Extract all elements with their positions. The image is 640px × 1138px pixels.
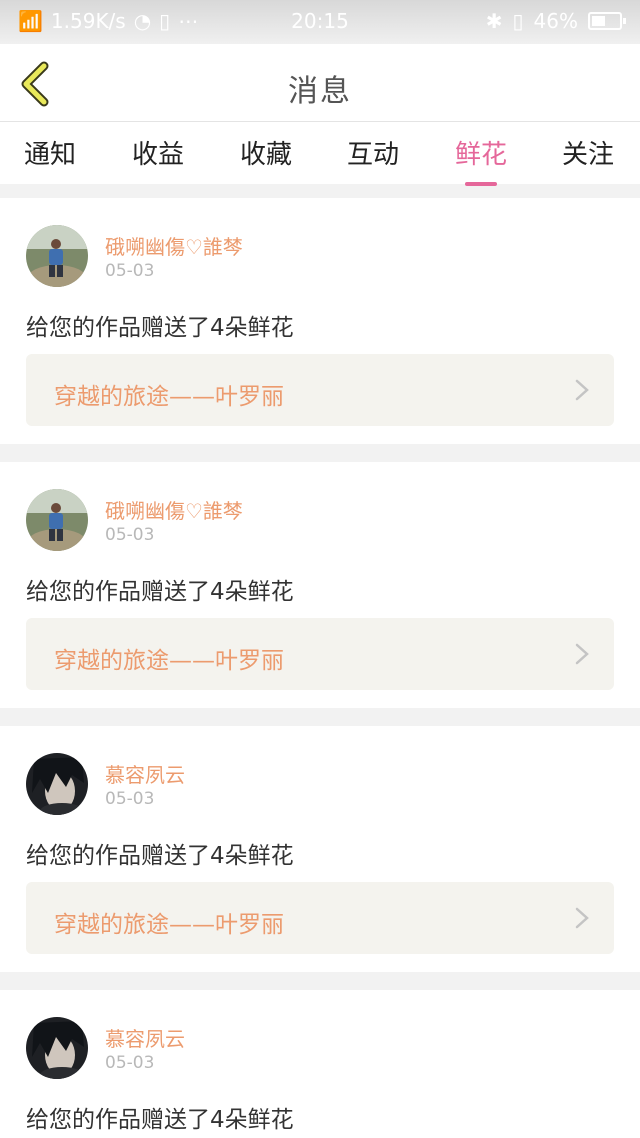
tab-flowers[interactable]: 鲜花	[431, 134, 531, 186]
chevron-right-icon	[575, 379, 589, 401]
work-link[interactable]: 穿越的旅途——叶罗丽	[26, 882, 614, 954]
username[interactable]: 硪嗍幽傷♡誰棽	[105, 495, 243, 524]
avatar[interactable]	[26, 1017, 88, 1079]
username[interactable]: 慕容夙云	[105, 1023, 185, 1052]
username[interactable]: 慕容夙云	[105, 759, 185, 788]
tab-bar: 通知 收益 收藏 互动 鲜花 关注	[0, 122, 640, 186]
username[interactable]: 硪嗍幽傷♡誰棽	[105, 231, 243, 260]
vibrate-icon: ▯	[512, 9, 524, 33]
navigation-bar: 消息	[0, 44, 640, 122]
avatar[interactable]	[26, 225, 88, 287]
work-link[interactable]: 穿越的旅途——叶罗丽	[26, 618, 614, 690]
work-link[interactable]: 穿越的旅途——叶罗丽	[26, 354, 614, 426]
battery-percent: 46%	[533, 9, 578, 33]
work-title: 穿越的旅途——叶罗丽	[54, 912, 284, 938]
work-title: 穿越的旅途——叶罗丽	[54, 648, 284, 674]
timestamp: 05-03	[105, 789, 155, 809]
message-text: 给您的作品赠送了4朵鲜花	[26, 843, 294, 869]
battery-icon	[588, 12, 626, 30]
avatar[interactable]	[26, 753, 88, 815]
tab-notifications[interactable]: 通知	[0, 134, 100, 171]
active-tab-indicator	[465, 182, 497, 186]
tab-flowers-label: 鲜花	[454, 140, 507, 170]
chevron-right-icon	[575, 907, 589, 929]
timestamp: 05-03	[105, 525, 155, 545]
timestamp: 05-03	[105, 1053, 155, 1073]
anime-character-avatar-icon	[26, 753, 88, 815]
tab-following[interactable]: 关注	[538, 134, 638, 171]
outdoor-photo-avatar-icon	[26, 489, 88, 551]
tab-favorites[interactable]: 收藏	[216, 134, 316, 171]
avatar[interactable]	[26, 489, 88, 551]
message-text: 给您的作品赠送了4朵鲜花	[26, 315, 294, 341]
list-item: 慕容夙云 05-03 给您的作品赠送了4朵鲜花	[0, 990, 640, 1138]
list-item: 慕容夙云 05-03 给您的作品赠送了4朵鲜花 穿越的旅途——叶罗丽	[0, 726, 640, 972]
anime-character-avatar-icon	[26, 1017, 88, 1079]
tab-interaction[interactable]: 互动	[323, 134, 423, 171]
work-title: 穿越的旅途——叶罗丽	[54, 384, 284, 410]
list-item: 硪嗍幽傷♡誰棽 05-03 给您的作品赠送了4朵鲜花 穿越的旅途——叶罗丽	[0, 462, 640, 708]
page-title: 消息	[288, 74, 352, 109]
message-text: 给您的作品赠送了4朵鲜花	[26, 1107, 294, 1133]
list-item: 硪嗍幽傷♡誰棽 05-03 给您的作品赠送了4朵鲜花 穿越的旅途——叶罗丽	[0, 198, 640, 444]
timestamp: 05-03	[105, 261, 155, 281]
chevron-right-icon	[575, 643, 589, 665]
outdoor-photo-avatar-icon	[26, 225, 88, 287]
status-bar: 📶 1.59K/s ◔ ▯ ⋯ 20:15 ✱ ▯ 46%	[0, 0, 640, 44]
bluetooth-icon: ✱	[485, 9, 503, 33]
message-text: 给您的作品赠送了4朵鲜花	[26, 579, 294, 605]
tab-earnings[interactable]: 收益	[108, 134, 208, 171]
